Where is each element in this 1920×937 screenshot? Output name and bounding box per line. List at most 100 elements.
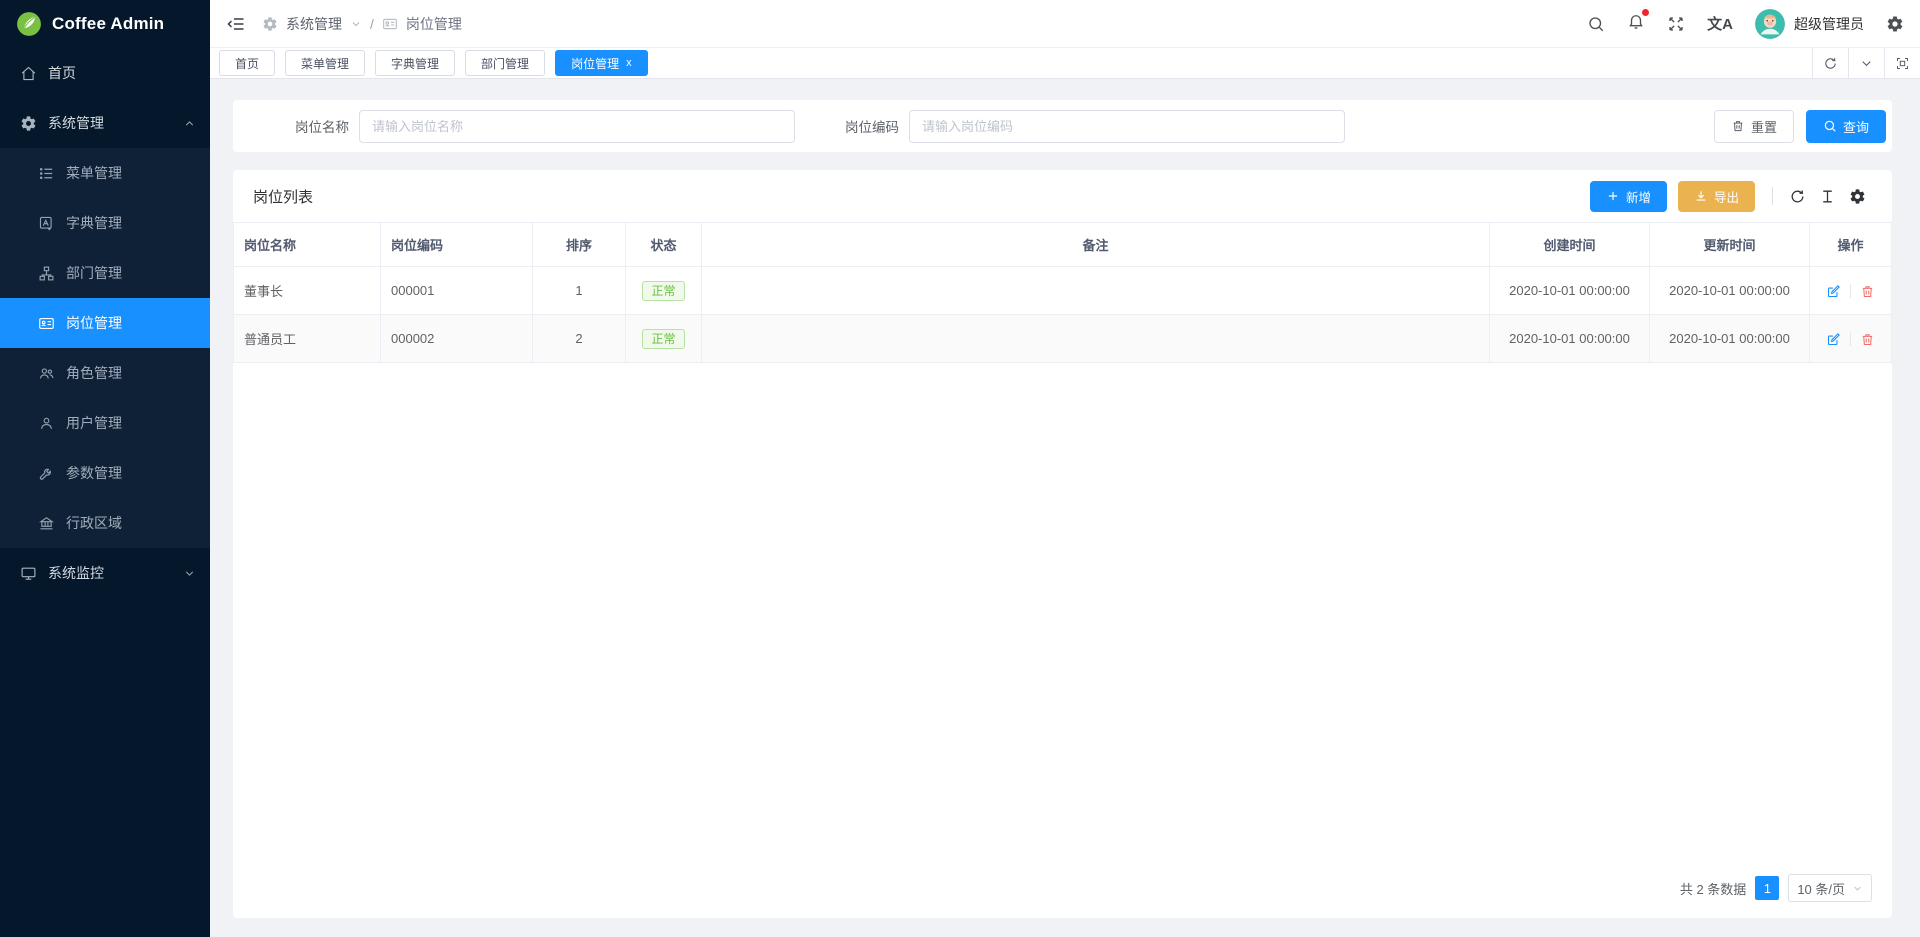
edit-icon[interactable] xyxy=(1826,284,1841,299)
table-header-row: 岗位名称 岗位编码 排序 状态 备注 创建时间 更新时间 操作 xyxy=(234,223,1892,267)
column-header: 状态 xyxy=(626,223,702,267)
action-divider xyxy=(1850,284,1851,298)
refresh-tab-button[interactable] xyxy=(1812,48,1848,78)
sidebar-item-system[interactable]: 系统管理 xyxy=(0,98,210,148)
status-badge: 正常 xyxy=(642,281,684,301)
sidebar-item-menu-mgmt[interactable]: 菜单管理 xyxy=(0,148,210,198)
refresh-icon xyxy=(1789,188,1806,205)
sidebar-item-label: 系统管理 xyxy=(48,113,104,133)
column-header: 创建时间 xyxy=(1490,223,1650,267)
sidebar-item-label: 系统监控 xyxy=(48,563,104,583)
refresh-table-button[interactable] xyxy=(1782,181,1812,211)
delete-icon[interactable] xyxy=(1860,332,1875,347)
search-icon[interactable] xyxy=(1587,15,1605,33)
app-logo[interactable]: Coffee Admin xyxy=(0,0,210,48)
maximize-icon xyxy=(1895,56,1910,71)
settings-gear-icon[interactable] xyxy=(1886,15,1904,33)
tab-menu-mgmt[interactable]: 菜单管理 xyxy=(285,50,365,76)
cell-created: 2020-10-01 00:00:00 xyxy=(1490,315,1650,363)
sidebar-item-role-mgmt[interactable]: 角色管理 xyxy=(0,348,210,398)
gear-icon xyxy=(20,115,37,132)
sidebar-item-post-mgmt[interactable]: 岗位管理 xyxy=(0,298,210,348)
post-name-label: 岗位名称 xyxy=(295,116,349,136)
column-header: 操作 xyxy=(1810,223,1892,267)
export-button[interactable]: 导出 xyxy=(1678,181,1755,212)
reset-button[interactable]: 重置 xyxy=(1714,110,1794,143)
user-icon xyxy=(38,415,55,432)
sidebar-item-dept-mgmt[interactable]: 部门管理 xyxy=(0,248,210,298)
sidebar-item-label: 角色管理 xyxy=(66,363,122,383)
gear-icon xyxy=(262,16,278,32)
cell-remark xyxy=(702,267,1490,315)
cell-created: 2020-10-01 00:00:00 xyxy=(1490,267,1650,315)
sidebar-item-label: 部门管理 xyxy=(66,263,122,283)
sidebar-item-region[interactable]: 行政区域 xyxy=(0,498,210,548)
app-root: Coffee Admin 首页 系统管理 菜单管理 字典管理 部门管理 xyxy=(0,0,1920,937)
tab-label: 菜单管理 xyxy=(301,55,349,72)
export-button-label: 导出 xyxy=(1714,187,1739,206)
delete-icon[interactable] xyxy=(1860,284,1875,299)
tab-label: 字典管理 xyxy=(391,55,439,72)
chevron-down-icon xyxy=(350,18,362,30)
translate-icon[interactable]: 文A xyxy=(1707,13,1733,34)
gear-icon xyxy=(1849,188,1866,205)
sidebar-item-dict-mgmt[interactable]: 字典管理 xyxy=(0,198,210,248)
tab-dict-mgmt[interactable]: 字典管理 xyxy=(375,50,455,76)
column-header: 排序 xyxy=(533,223,626,267)
page-button-1[interactable]: 1 xyxy=(1755,876,1779,900)
row-density-button[interactable] xyxy=(1812,181,1842,211)
table-toolbar: 新增 导出 xyxy=(1579,181,1872,212)
search-form-card: 岗位名称 岗位编码 重置 查询 xyxy=(233,100,1892,152)
sidebar-collapse-icon[interactable] xyxy=(226,14,246,34)
table-container: 岗位名称 岗位编码 排序 状态 备注 创建时间 更新时间 操作 xyxy=(233,222,1892,363)
topbar-actions: 文A 超级管理员 xyxy=(1587,9,1904,39)
table-row[interactable]: 普通员工 000002 2 正常 2020-10-01 00:00:00 202… xyxy=(234,315,1892,363)
sidebar-item-home[interactable]: 首页 xyxy=(0,48,210,98)
notification-badge-dot xyxy=(1642,9,1649,16)
add-button[interactable]: 新增 xyxy=(1590,181,1667,212)
roles-icon xyxy=(38,365,55,382)
tab-close-icon[interactable]: x xyxy=(626,58,632,69)
reset-button-label: 重置 xyxy=(1751,117,1777,136)
add-button-label: 新增 xyxy=(1626,187,1651,206)
tab-home[interactable]: 首页 xyxy=(219,50,275,76)
user-menu[interactable]: 超级管理员 xyxy=(1755,9,1864,39)
chevron-down-icon xyxy=(183,567,196,580)
home-icon xyxy=(20,65,37,82)
cell-updated: 2020-10-01 00:00:00 xyxy=(1650,315,1810,363)
sidebar-item-param-mgmt[interactable]: 参数管理 xyxy=(0,448,210,498)
maximize-content-button[interactable] xyxy=(1884,48,1920,78)
post-list-card: 岗位列表 新增 导出 xyxy=(233,170,1892,918)
breadcrumb-item[interactable]: 系统管理 xyxy=(286,14,342,34)
list-icon xyxy=(38,165,55,182)
cell-sort: 1 xyxy=(533,267,626,315)
pagination: 共 2 条数据 1 10 条/页 xyxy=(233,874,1892,918)
page-size-select[interactable]: 10 条/页 xyxy=(1788,874,1872,902)
post-code-label: 岗位编码 xyxy=(845,116,899,136)
tab-post-mgmt[interactable]: 岗位管理 x xyxy=(555,50,648,76)
cell-status: 正常 xyxy=(626,267,702,315)
sidebar-item-user-mgmt[interactable]: 用户管理 xyxy=(0,398,210,448)
sidebar-item-monitor[interactable]: 系统监控 xyxy=(0,548,210,598)
table-row[interactable]: 董事长 000001 1 正常 2020-10-01 00:00:00 2020… xyxy=(234,267,1892,315)
chevron-down-icon xyxy=(1859,56,1874,71)
plus-icon xyxy=(1606,189,1620,203)
tabbar: 首页 菜单管理 字典管理 部门管理 岗位管理 x xyxy=(210,48,1920,79)
id-card-icon xyxy=(38,315,55,332)
tab-options-button[interactable] xyxy=(1848,48,1884,78)
cell-actions xyxy=(1810,267,1892,315)
column-settings-button[interactable] xyxy=(1842,181,1872,211)
cell-post-name: 普通员工 xyxy=(234,315,381,363)
fullscreen-icon[interactable] xyxy=(1667,15,1685,33)
tab-dept-mgmt[interactable]: 部门管理 xyxy=(465,50,545,76)
post-code-input[interactable] xyxy=(909,110,1345,143)
org-tree-icon xyxy=(38,265,55,282)
post-name-input[interactable] xyxy=(359,110,795,143)
breadcrumb-separator: / xyxy=(370,16,374,32)
sidebar-item-label: 用户管理 xyxy=(66,413,122,433)
notifications-button[interactable] xyxy=(1627,12,1645,35)
search-button[interactable]: 查询 xyxy=(1806,110,1886,143)
status-badge: 正常 xyxy=(642,329,684,349)
column-header: 岗位名称 xyxy=(234,223,381,267)
edit-icon[interactable] xyxy=(1826,332,1841,347)
